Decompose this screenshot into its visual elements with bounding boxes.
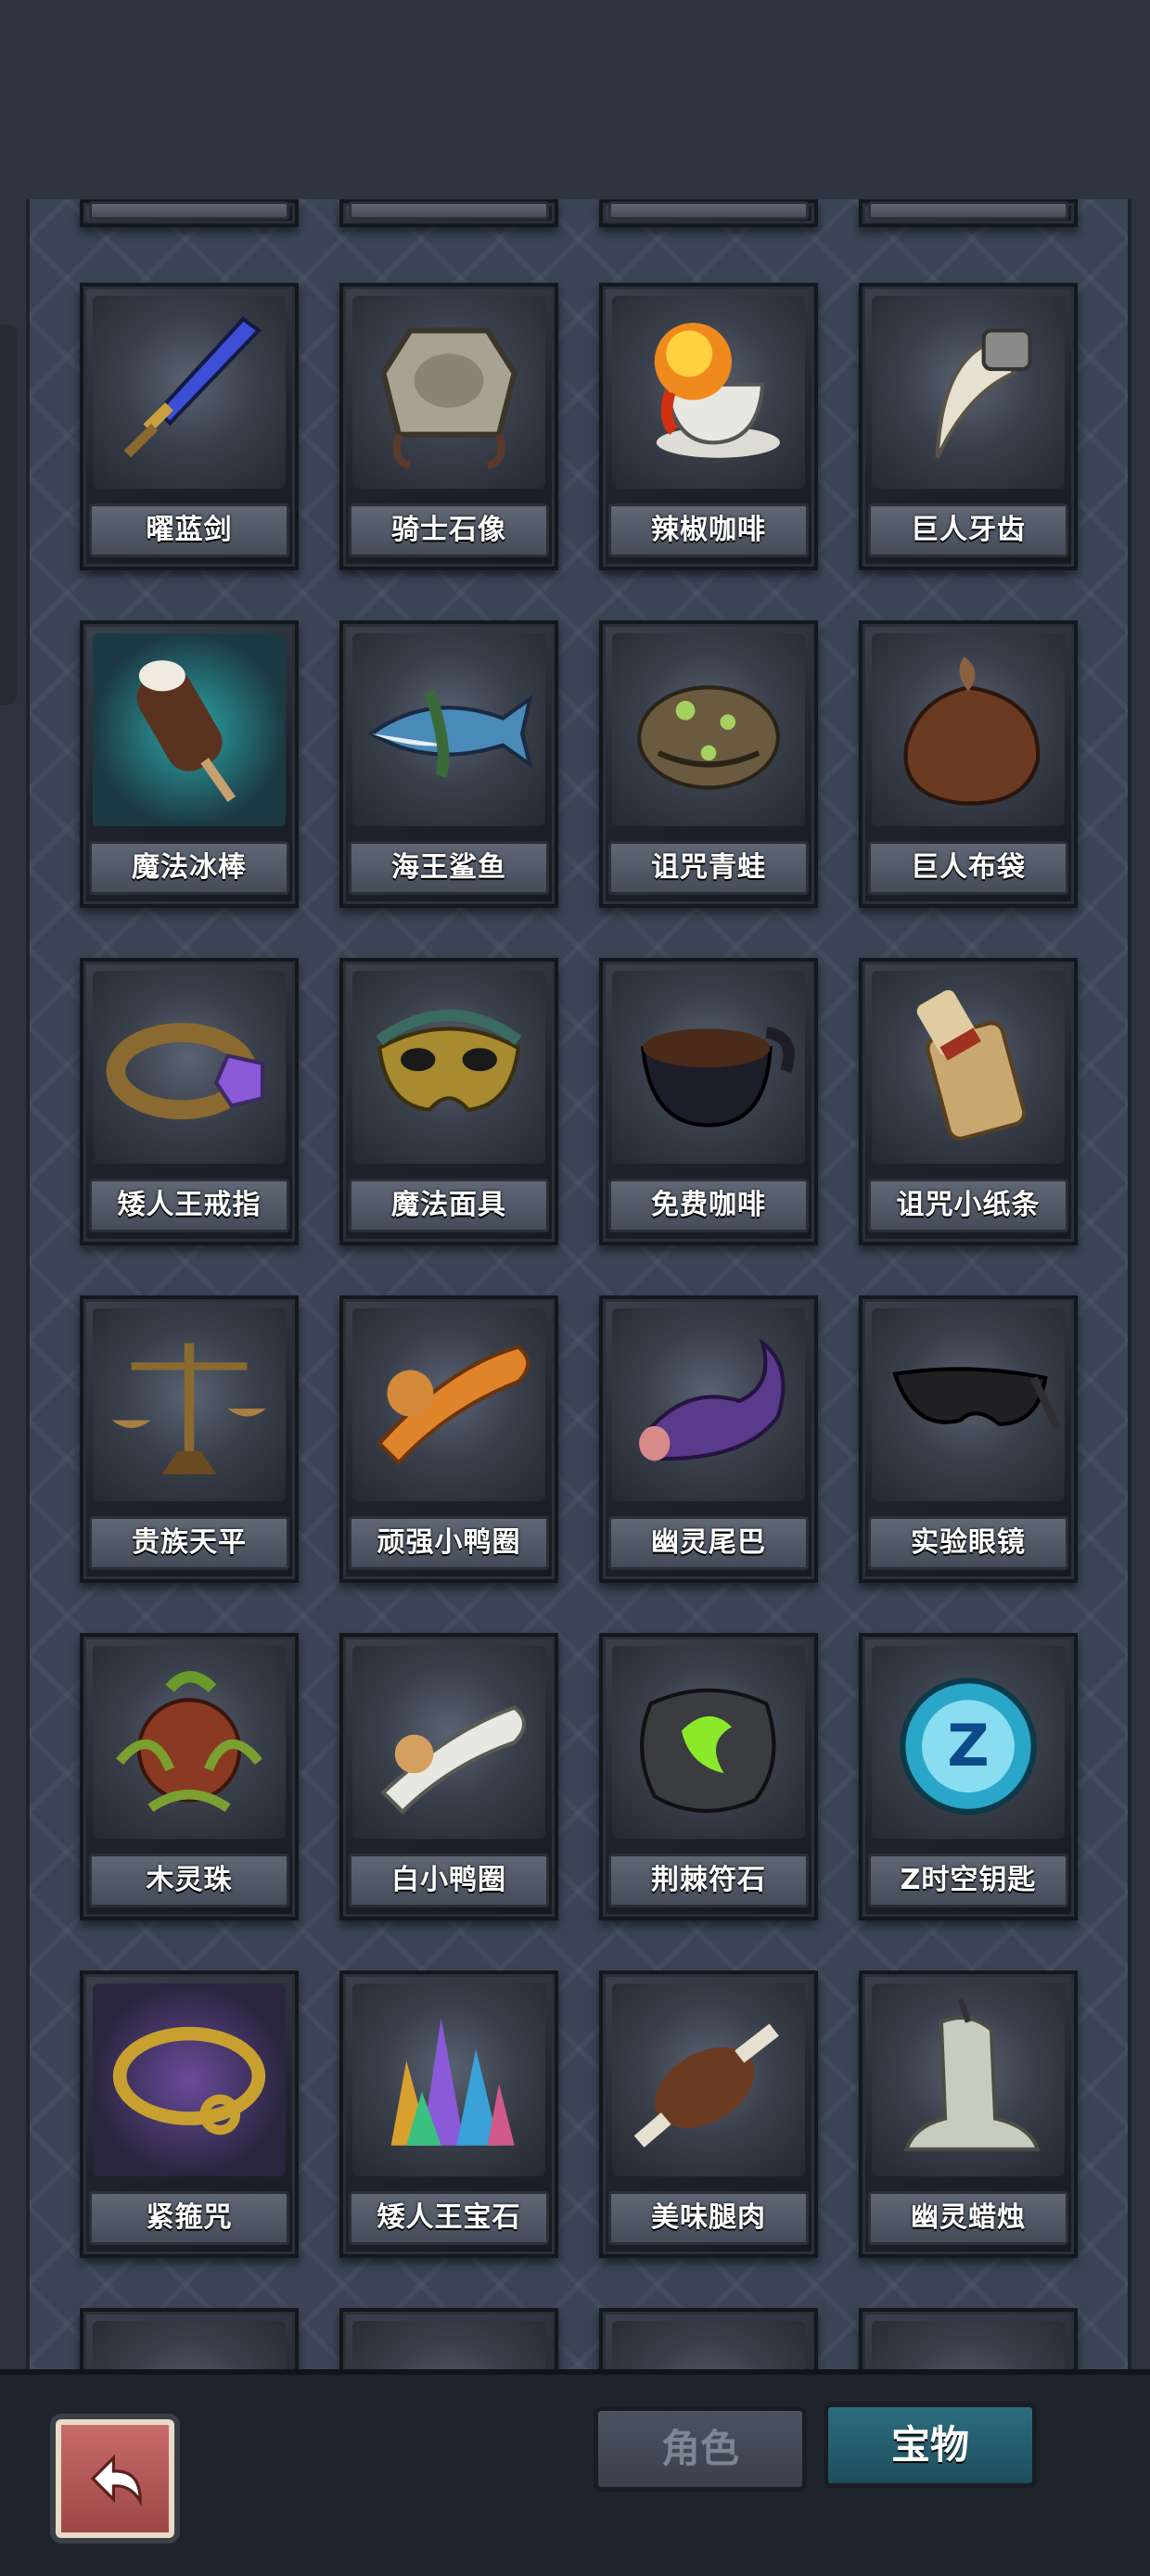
stone-statue-icon [352, 296, 545, 489]
item-label: 诅咒青蛙 [608, 841, 809, 895]
giant-sack-icon [872, 633, 1065, 826]
back-button[interactable] [56, 2419, 174, 2538]
item-card[interactable]: 诅咒小纸条 [859, 958, 1078, 1245]
item-label: 顽强小鸭圈 [349, 1516, 549, 1570]
giant-tooth-icon [872, 296, 1065, 489]
item-label: 骑士石像 [349, 504, 549, 557]
tab-role[interactable]: 角色 [594, 2406, 807, 2492]
item-card[interactable]: 矮人王宝石 [339, 1970, 558, 2258]
item-label: 魔法面具 [349, 1179, 549, 1232]
meat-leg-icon [612, 1983, 805, 2176]
item-card[interactable]: 诅咒青蛙 [599, 620, 818, 908]
free-coffee-icon [612, 971, 805, 1164]
item-label: 木灵珠 [89, 1854, 289, 1907]
item-card-partial[interactable] [859, 199, 1078, 227]
cursed-frog-icon [612, 633, 805, 826]
dwarf-ring-icon [93, 971, 286, 1164]
item-label: 紧箍咒 [89, 2191, 289, 2245]
scale-icon [93, 1308, 286, 1501]
item-card[interactable]: 魔法冰棒 [80, 620, 299, 908]
orange-duck-ring-icon [352, 1308, 545, 1501]
item-label: 白小鸭圈 [349, 1854, 549, 1907]
chili-coffee-icon [612, 296, 805, 489]
treasure-grid[interactable]: 曜蓝剑 骑士石像 辣椒咖啡 巨人牙齿 魔法冰棒 海王鲨鱼 诅咒青蛙 巨人布袋 矮… [26, 199, 1131, 2369]
item-card[interactable]: 紧箍咒 [80, 1970, 299, 2258]
cursed-scroll-icon [872, 971, 1065, 1164]
item-card-partial[interactable] [599, 2308, 818, 2369]
side-drawer-handle[interactable] [0, 325, 17, 705]
blue-sword-icon [93, 296, 286, 489]
item-card[interactable]: 巨人牙齿 [859, 283, 1078, 570]
item-card[interactable]: Z Z时空钥匙 [859, 1633, 1078, 1920]
item-card[interactable]: 巨人布袋 [859, 620, 1078, 908]
goggles-icon [872, 1308, 1065, 1501]
item-label: 巨人布袋 [868, 841, 1068, 895]
golden-band-icon [93, 1983, 286, 2176]
item-label: Z时空钥匙 [868, 1854, 1068, 1907]
item-label: 诅咒小纸条 [868, 1179, 1068, 1232]
svg-text:Z: Z [947, 1712, 989, 1779]
wood-orb-icon [93, 1646, 286, 1839]
item-card[interactable]: 荆棘符石 [599, 1633, 818, 1920]
back-arrow-icon [90, 2454, 142, 2506]
item-label: 巨人牙齿 [868, 504, 1068, 557]
item-card[interactable]: 美味腿肉 [599, 1970, 818, 2258]
item-label: 幽灵尾巴 [608, 1516, 809, 1570]
magic-popsicle-icon [93, 633, 286, 826]
item-label: 美味腿肉 [608, 2191, 809, 2245]
item-label: 贵族天平 [89, 1516, 289, 1570]
top-bar [0, 0, 1150, 199]
item-label: 矮人王宝石 [349, 2191, 549, 2245]
item-card[interactable]: 魔法面具 [339, 958, 558, 1245]
tab-treasure[interactable]: 宝物 [824, 2403, 1037, 2488]
item-card[interactable]: 幽灵蜡烛 [859, 1970, 1078, 2258]
item-label: 辣椒咖啡 [608, 504, 809, 557]
item-label: 矮人王戒指 [89, 1179, 289, 1232]
item-card-partial[interactable] [339, 2308, 558, 2369]
item-card[interactable]: 曜蓝剑 [80, 283, 299, 570]
item-card[interactable]: 矮人王戒指 [80, 958, 299, 1245]
item-card[interactable]: 骑士石像 [339, 283, 558, 570]
item-card-partial[interactable] [859, 2308, 1078, 2369]
item-card[interactable]: 幽灵尾巴 [599, 1295, 818, 1583]
item-card[interactable]: 木灵珠 [80, 1633, 299, 1920]
item-card-partial[interactable] [599, 199, 818, 227]
item-card[interactable]: 海王鲨鱼 [339, 620, 558, 908]
shark-icon [352, 633, 545, 826]
white-duck-ring-icon [352, 1646, 545, 1839]
item-label: 幽灵蜡烛 [868, 2191, 1068, 2245]
magic-mask-icon [352, 971, 545, 1164]
item-card[interactable]: 顽强小鸭圈 [339, 1295, 558, 1583]
item-label: 免费咖啡 [608, 1179, 809, 1232]
bottom-bar: 角色 宝物 [0, 2369, 1150, 2576]
item-card-partial[interactable] [339, 199, 558, 227]
item-card[interactable]: 免费咖啡 [599, 958, 818, 1245]
item-card-partial[interactable] [80, 2308, 299, 2369]
rune-stone-icon [612, 1646, 805, 1839]
item-label: 实验眼镜 [868, 1516, 1068, 1570]
item-label: 荆棘符石 [608, 1854, 809, 1907]
ghost-tail-icon [612, 1308, 805, 1501]
item-card[interactable]: 实验眼镜 [859, 1295, 1078, 1583]
item-label: 曜蓝剑 [89, 504, 289, 557]
item-card[interactable]: 辣椒咖啡 [599, 283, 818, 570]
item-label: 魔法冰棒 [89, 841, 289, 895]
item-card[interactable]: 白小鸭圈 [339, 1633, 558, 1920]
item-card[interactable]: 贵族天平 [80, 1295, 299, 1583]
item-card-partial[interactable] [80, 199, 299, 227]
ghost-candle-icon [872, 1983, 1065, 2176]
item-label: 海王鲨鱼 [349, 841, 549, 895]
time-key-icon: Z [872, 1646, 1065, 1839]
crystal-icon [352, 1983, 545, 2176]
